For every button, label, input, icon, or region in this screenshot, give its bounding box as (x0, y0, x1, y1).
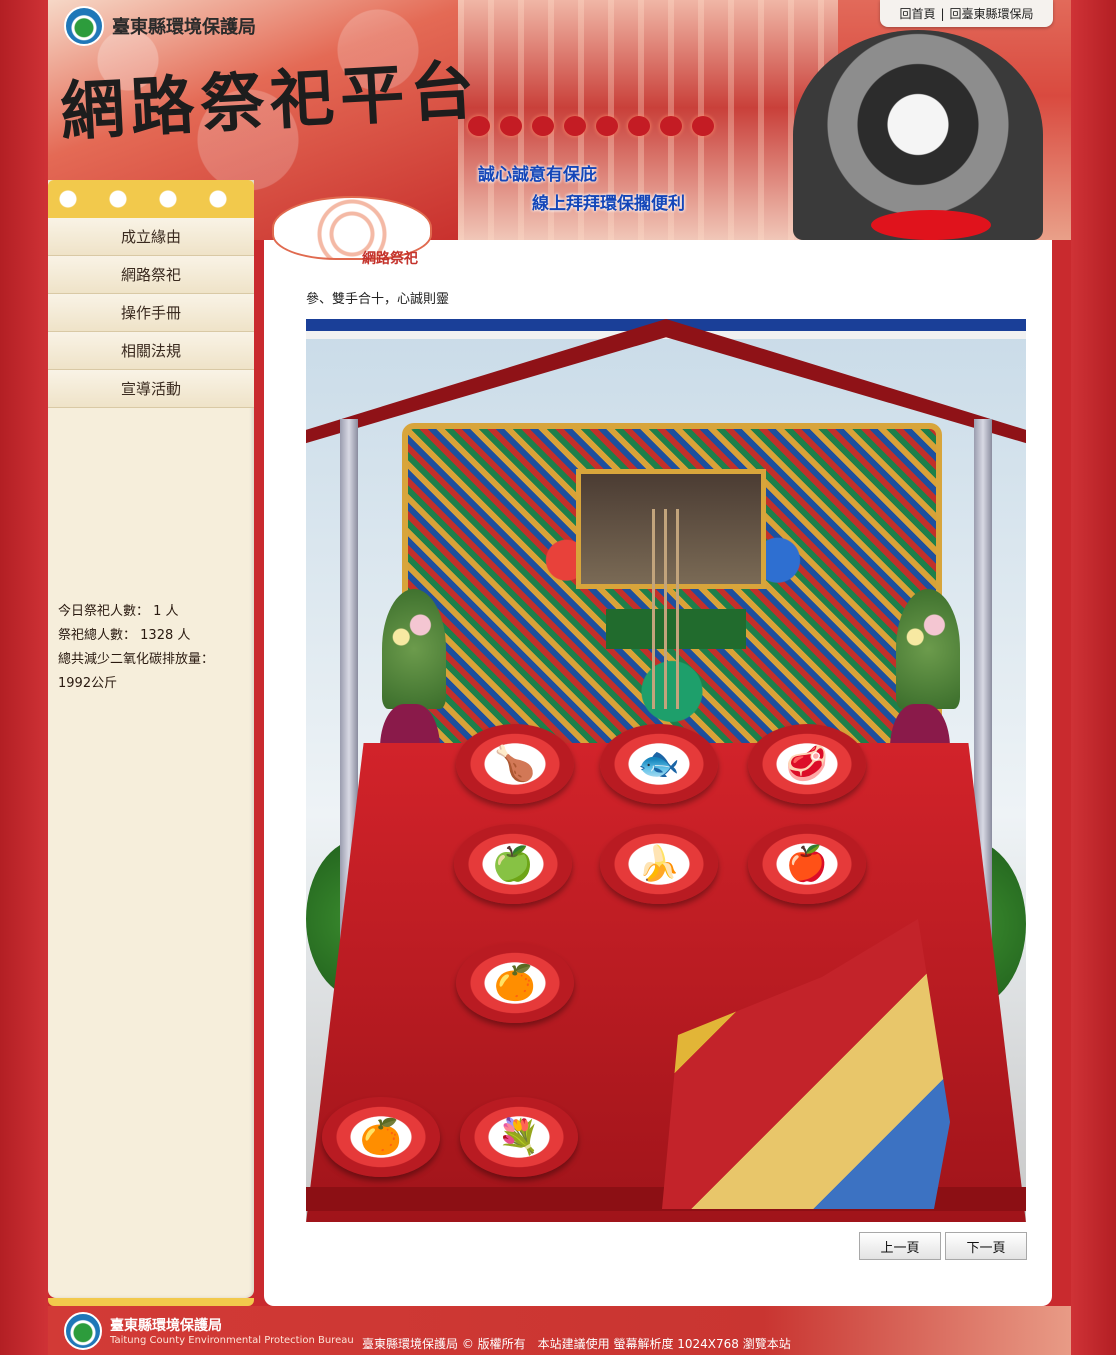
pager: 上一頁 下一頁 (859, 1232, 1027, 1260)
banana-icon: 🍌 (600, 824, 718, 904)
incense-stick-icon (652, 509, 655, 709)
lantern-icon (532, 116, 554, 136)
nav-item-manual[interactable]: 操作手冊 (48, 294, 254, 332)
page-border-right (1071, 0, 1116, 1355)
next-page-button[interactable]: 下一頁 (945, 1232, 1027, 1260)
orange-stack-icon: 🍊 (322, 1097, 440, 1177)
altar-scene: 🍗 🐟 🥩 🍏 🍌 🍎 🍊 🍊 💐 (306, 319, 1026, 1222)
step-instruction: 參、雙手合十，心誠則靈 (306, 292, 450, 307)
lantern-icon (596, 116, 618, 136)
apple-icon: 🍎 (748, 824, 866, 904)
sidebar-nav: 成立緣由 網路祭祀 操作手冊 相關法規 宣導活動 (48, 218, 254, 408)
today-count-value: 1 人 (153, 604, 179, 619)
orchid-icon: 💐 (460, 1097, 578, 1177)
sidebar-header-pattern (48, 180, 254, 218)
page-border-left (0, 0, 48, 1355)
orange-icon: 🍊 (456, 943, 574, 1023)
today-count-label: 今日祭祀人數： (58, 604, 150, 619)
total-count-label: 祭祀總人數： (58, 628, 137, 643)
red-ribbon-decoration (871, 210, 991, 240)
worship-stats: 今日祭祀人數： 1 人 祭祀總人數： 1328 人 總共減少二氧化碳排放量： 1… (58, 600, 214, 696)
pork-icon: 🥩 (748, 724, 866, 804)
footer-org-name-en: Taitung County Environmental Protection … (110, 1334, 354, 1346)
slogan-line-1: 誠心誠意有保庇 (478, 165, 597, 185)
lantern-icon (500, 116, 522, 136)
today-count: 今日祭祀人數： 1 人 (58, 600, 214, 624)
incense-stick-icon (676, 509, 679, 709)
epb-home-link[interactable]: 回臺東縣環保局 (950, 5, 1034, 22)
slogan-line-2: 線上拜拜環保擱便利 (532, 194, 685, 214)
agency-name: 臺東縣環境保護局 (112, 17, 256, 38)
agency-logo[interactable]: 臺東縣環境保護局 (64, 6, 256, 46)
co2-reduction-value: 1992公斤 (58, 676, 118, 691)
lion-statue-image (793, 30, 1043, 240)
footer-logo: 臺東縣環境保護局 Taitung County Environmental Pr… (64, 1312, 354, 1350)
guava-icon: 🍏 (454, 824, 572, 904)
nav-item-regulations[interactable]: 相關法規 (48, 332, 254, 370)
chicken-icon: 🍗 (456, 724, 574, 804)
lantern-icon (628, 116, 650, 136)
flower-bouquet-right (896, 589, 960, 709)
epb-logo-icon (64, 6, 104, 46)
total-count: 祭祀總人數： 1328 人 (58, 624, 214, 648)
incense-stick-icon (664, 509, 667, 709)
lantern-icon (660, 116, 682, 136)
section-title: 網路祭祀 (362, 251, 418, 267)
link-separator: | (940, 6, 945, 21)
nav-item-campaigns[interactable]: 宣導活動 (48, 370, 254, 408)
home-link[interactable]: 回首頁 (899, 5, 935, 22)
fish-icon: 🐟 (600, 724, 718, 804)
footer-org-name: 臺東縣環境保護局 (110, 1317, 222, 1334)
sidebar-bottom-bar (48, 1298, 254, 1306)
flower-bouquet-left (382, 589, 446, 709)
top-links: 回首頁 | 回臺東縣環保局 (880, 0, 1053, 27)
prev-page-button[interactable]: 上一頁 (859, 1232, 941, 1260)
footer: 臺東縣環境保護局 Taitung County Environmental Pr… (48, 1306, 1071, 1355)
co2-reduction-label: 總共減少二氧化碳排放量： (58, 652, 215, 667)
section-badge: 網路祭祀 (272, 192, 452, 270)
epb-logo-icon (64, 1312, 102, 1350)
total-count-value: 1328 人 (140, 628, 191, 643)
lanterns-decoration (468, 116, 714, 136)
copyright-text: 臺東縣環境保護局 © 版權所有 本站建議使用 螢幕解析度 1024X768 瀏覽… (362, 1337, 791, 1351)
nav-item-origin[interactable]: 成立緣由 (48, 218, 254, 256)
nav-item-online-worship[interactable]: 網路祭祀 (48, 256, 254, 294)
lantern-icon (692, 116, 714, 136)
lantern-icon (564, 116, 586, 136)
